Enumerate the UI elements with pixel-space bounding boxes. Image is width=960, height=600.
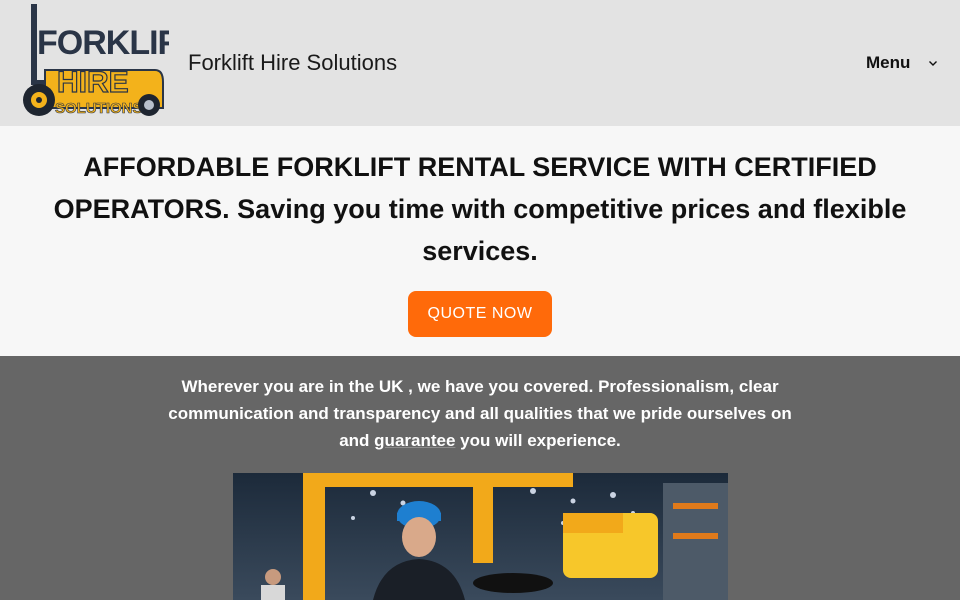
coverage-emphasis: guarantee — [374, 431, 456, 450]
coverage-text-after: you will experience. — [455, 431, 621, 450]
chevron-down-icon — [929, 61, 938, 66]
menu-label: Menu — [866, 53, 911, 72]
forklift-operator-image-icon — [233, 473, 728, 600]
quote-now-button[interactable]: QUOTE NOW — [408, 291, 552, 337]
hero-section: AFFORDABLE FORKLIFT RENTAL SERVICE WITH … — [0, 126, 960, 356]
svg-text:SOLUTIONS: SOLUTIONS — [55, 100, 143, 117]
hero-title: AFFORDABLE FORKLIFT RENTAL SERVICE WITH … — [20, 146, 940, 272]
coverage-text: Wherever you are in the UK , we have you… — [160, 373, 800, 454]
forklift-logo-icon: FORKLIFT HIRE SOLUTIONS — [17, 2, 199, 122]
site-logo[interactable]: FORKLIFT HIRE SOLUTIONS — [17, 2, 199, 122]
forklift-operator-photo — [233, 473, 728, 600]
hero-title-rest: Saving you time with competitive prices … — [229, 194, 907, 266]
site-header: FORKLIFT HIRE SOLUTIONS Forklift Hire So… — [0, 0, 960, 126]
svg-text:FORKLIFT: FORKLIFT — [37, 24, 169, 62]
coverage-section: Wherever you are in the UK , we have you… — [0, 356, 960, 600]
site-title[interactable]: Forklift Hire Solutions — [188, 50, 397, 76]
menu-button[interactable]: Menu — [866, 52, 938, 74]
svg-text:HIRE: HIRE — [57, 66, 129, 99]
